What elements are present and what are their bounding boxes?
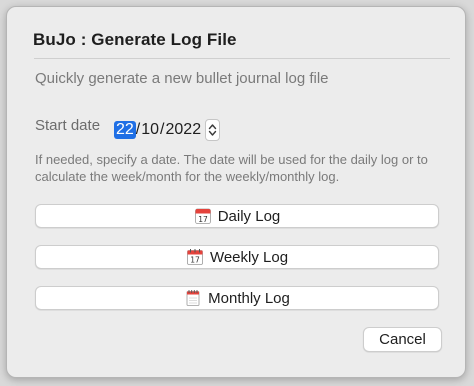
date-month-segment[interactable]: 10 [140,121,160,139]
chevron-up-icon[interactable] [208,123,217,130]
daily-log-label: Daily Log [217,207,281,225]
monthly-log-label: Monthly Log [208,289,290,307]
chevron-down-icon[interactable] [208,130,217,137]
generate-log-dialog: BuJo : Generate Log File Quickly generat… [6,6,466,378]
start-date-label: Start date [35,117,101,134]
start-date-picker[interactable]: 22 / 10 / 2022 [114,119,202,141]
weekly-log-button[interactable]: 17 Weekly Log [35,245,439,269]
svg-text:17: 17 [198,215,208,224]
title-divider [34,58,450,59]
date-hint-text: If needed, specify a date. The date will… [35,152,428,184]
date-year-segment[interactable]: 2022 [165,121,203,139]
svg-text:17: 17 [190,256,200,265]
spiral-calendar-pad-icon [186,290,200,306]
dialog-subtitle: Quickly generate a new bullet journal lo… [35,70,329,87]
cancel-button[interactable]: Cancel [363,327,442,352]
dialog-title: BuJo : Generate Log File [33,30,237,49]
date-day-segment[interactable]: 22 [114,121,136,139]
date-stepper[interactable] [205,119,220,141]
calendar-spiral-17-icon: 17 [187,249,203,265]
monthly-log-button[interactable]: Monthly Log [35,286,439,310]
daily-log-button[interactable]: 17 Daily Log [35,204,439,228]
weekly-log-label: Weekly Log [209,248,289,266]
calendar-tear-off-17-icon: 17 [194,208,211,224]
